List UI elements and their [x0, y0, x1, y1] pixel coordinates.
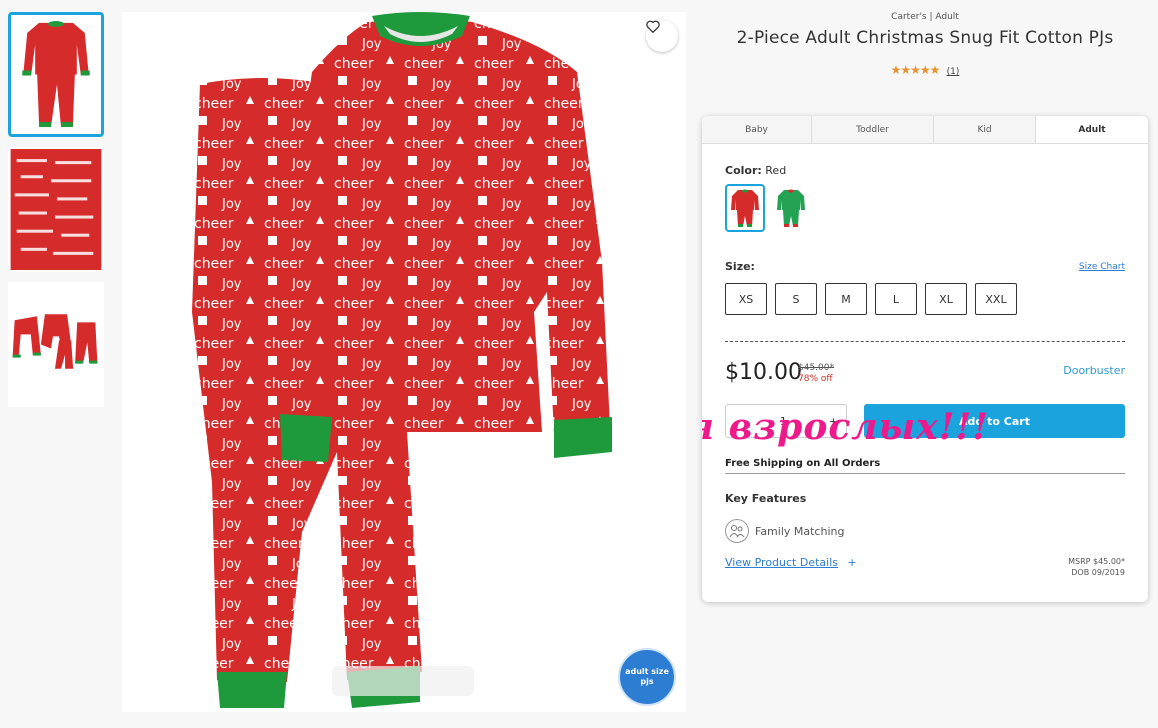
- wishlist-button[interactable]: [646, 20, 678, 52]
- brand-label: Carter's | Adult: [891, 12, 959, 22]
- family-matching-icon: [725, 519, 749, 543]
- msrp-line: MSRP $45.00*: [1068, 557, 1125, 566]
- original-price: $45.00*: [798, 363, 834, 373]
- rating: ★★★★★ (1): [702, 63, 1148, 77]
- pajama-illustration: cheer Joy: [192, 12, 612, 708]
- msrp-info: MSRP $45.00* DOB 09/2019: [1068, 556, 1125, 578]
- color-value: Red: [765, 164, 787, 177]
- size-label: Size:: [725, 260, 755, 273]
- family-set-image: [10, 284, 102, 405]
- size-option-xl[interactable]: XL: [925, 283, 967, 315]
- tab-toddler[interactable]: Toddler: [812, 116, 934, 143]
- adult-size-badge: adult size pjs: [618, 648, 676, 706]
- badge-line1: adult size: [625, 667, 669, 676]
- tab-adult[interactable]: Adult: [1036, 116, 1148, 143]
- divider: [725, 341, 1125, 342]
- view-product-details-link[interactable]: View Product Details +: [725, 556, 857, 569]
- thumbnail-fabric-print[interactable]: [8, 147, 104, 272]
- product-title: 2-Piece Adult Christmas Snug Fit Cotton …: [736, 28, 1114, 48]
- plus-icon: +: [847, 556, 857, 569]
- size-options: XS S M L XL XXL: [725, 283, 1017, 315]
- discount-label: 78% off: [798, 374, 833, 384]
- dob-line: DOB 09/2019: [1071, 568, 1125, 577]
- thumbnail-family-set[interactable]: [8, 282, 104, 407]
- review-count-link[interactable]: (1): [947, 67, 960, 77]
- star-rating-icon: ★★★★★: [890, 63, 941, 77]
- badge-line2: pjs: [640, 677, 654, 686]
- zoom-hint: [332, 666, 474, 696]
- heart-icon: [646, 20, 660, 33]
- shipping-info: Free Shipping on All Orders: [725, 458, 881, 469]
- color-label: Color:: [725, 164, 762, 177]
- doorbuster-label: Doorbuster: [1063, 364, 1125, 377]
- shipping-divider: [725, 473, 1125, 474]
- tab-kid[interactable]: Kid: [934, 116, 1036, 143]
- color-selection: Color: Red: [725, 164, 786, 177]
- size-option-m[interactable]: M: [825, 283, 867, 315]
- green-pajama-icon: [777, 189, 805, 227]
- feature-label: Family Matching: [755, 524, 845, 538]
- purchase-card: Baby Toddler Kid Adult Color: Red Size: …: [702, 116, 1148, 602]
- size-chart-link[interactable]: Size Chart: [1079, 262, 1125, 272]
- thumbnail-pajama-set[interactable]: [8, 12, 104, 137]
- age-tabs: Baby Toddler Kid Adult: [702, 116, 1148, 144]
- details-label[interactable]: View Product Details: [725, 556, 838, 569]
- color-swatches: [725, 184, 811, 232]
- size-option-xs[interactable]: XS: [725, 283, 767, 315]
- swatch-green[interactable]: [771, 184, 811, 232]
- overlay-caption: для взрослых!!!: [702, 406, 990, 448]
- size-option-l[interactable]: L: [875, 283, 917, 315]
- pajama-set-image: [11, 15, 101, 134]
- thumbnail-list: [8, 12, 104, 417]
- sale-price: $10.00: [725, 360, 802, 385]
- swatch-red[interactable]: [725, 184, 765, 232]
- product-main-image[interactable]: cheer Joy: [122, 12, 686, 712]
- size-option-s[interactable]: S: [775, 283, 817, 315]
- feature-family-matching: Family Matching: [725, 519, 844, 543]
- tab-baby[interactable]: Baby: [702, 116, 812, 143]
- red-pajama-icon: [731, 189, 759, 227]
- size-option-xxl[interactable]: XXL: [975, 283, 1017, 315]
- fabric-print-image: [10, 149, 102, 270]
- key-features-heading: Key Features: [725, 492, 807, 505]
